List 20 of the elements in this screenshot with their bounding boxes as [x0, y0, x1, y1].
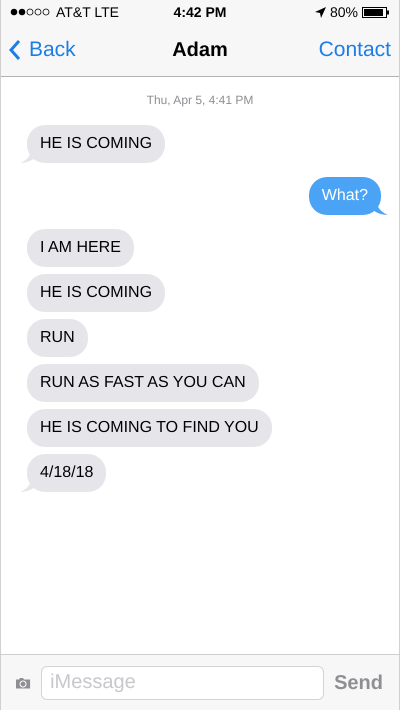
message-bubble: I AM HERE [27, 229, 134, 267]
send-button[interactable]: Send [334, 668, 385, 698]
location-arrow-icon [314, 6, 326, 18]
message-bubble: RUN [27, 319, 88, 357]
message-bubble: HE IS COMING [27, 274, 166, 312]
clock-time: 4:42 PM [174, 2, 226, 22]
message-bubble: 4/18/18 [27, 454, 106, 492]
contact-name: Adam [172, 38, 228, 63]
battery-icon [362, 6, 390, 18]
battery-percent: 80% [330, 2, 358, 22]
message-bubble: RUN AS FAST AS YOU CAN [27, 364, 259, 402]
chevron-left-icon [9, 39, 21, 61]
message-timestamp: Thu, Apr 5, 4:41 PM [146, 92, 254, 109]
message-input-field[interactable]: iMessage [41, 666, 324, 700]
message-bubble: HE IS COMING TO FIND YOU [27, 409, 272, 447]
message-bubble: HE IS COMING [27, 125, 166, 163]
carrier-label: AT&T LTE [56, 2, 120, 22]
message-bubble: What? [308, 177, 381, 215]
contact-button[interactable]: Contact [318, 34, 391, 66]
back-button[interactable]: Back [9, 34, 76, 66]
